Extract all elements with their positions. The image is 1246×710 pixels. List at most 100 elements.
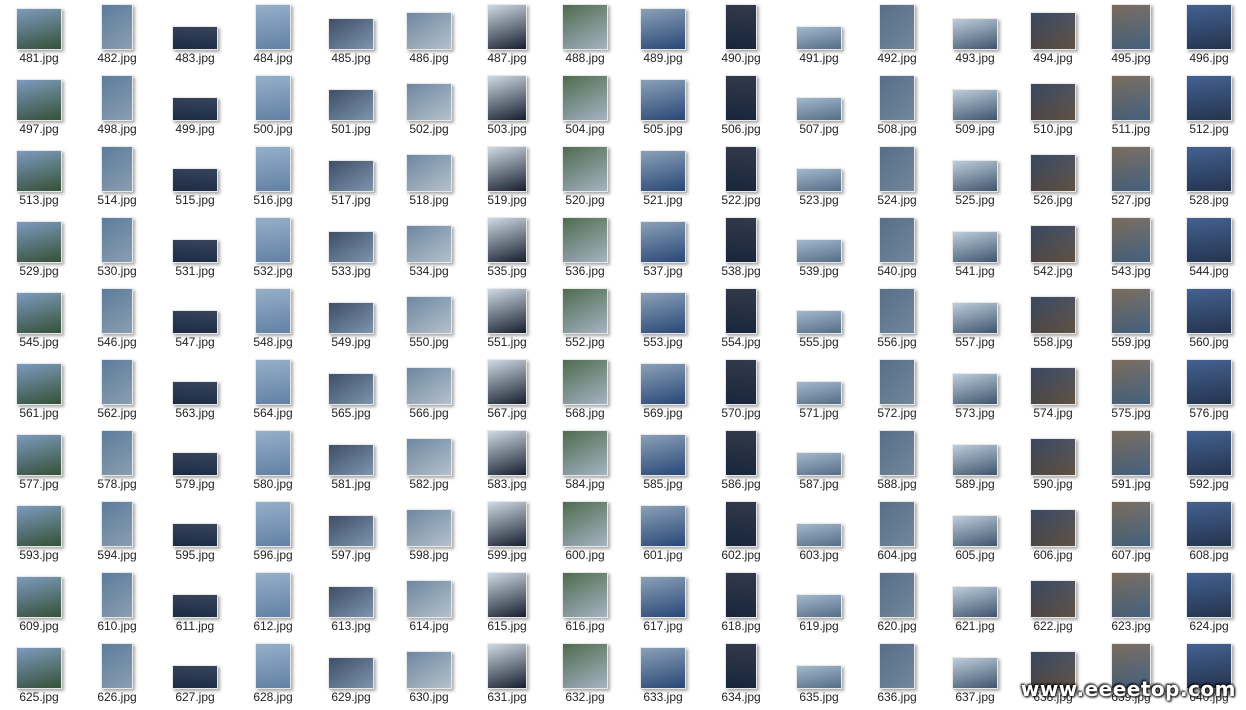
file-item[interactable]: 636.jpg <box>860 639 934 710</box>
file-item[interactable]: 632.jpg <box>548 639 622 710</box>
file-item[interactable]: 545.jpg <box>2 284 76 355</box>
file-item[interactable]: 594.jpg <box>80 497 154 568</box>
file-item[interactable]: 621.jpg <box>938 568 1012 639</box>
file-item[interactable]: 529.jpg <box>2 213 76 284</box>
file-item[interactable]: 510.jpg <box>1016 71 1090 142</box>
file-item[interactable]: 488.jpg <box>548 0 622 71</box>
file-item[interactable]: 498.jpg <box>80 71 154 142</box>
file-item[interactable]: 481.jpg <box>2 0 76 71</box>
file-item[interactable]: 536.jpg <box>548 213 622 284</box>
file-item[interactable]: 630.jpg <box>392 639 466 710</box>
file-item[interactable]: 624.jpg <box>1172 568 1246 639</box>
file-item[interactable]: 509.jpg <box>938 71 1012 142</box>
file-item[interactable]: 551.jpg <box>470 284 544 355</box>
file-item[interactable]: 526.jpg <box>1016 142 1090 213</box>
file-item[interactable]: 502.jpg <box>392 71 466 142</box>
file-item[interactable]: 611.jpg <box>158 568 232 639</box>
file-item[interactable]: 584.jpg <box>548 426 622 497</box>
file-item[interactable]: 550.jpg <box>392 284 466 355</box>
file-item[interactable]: 549.jpg <box>314 284 388 355</box>
file-item[interactable]: 596.jpg <box>236 497 310 568</box>
file-item[interactable]: 629.jpg <box>314 639 388 710</box>
file-item[interactable]: 483.jpg <box>158 0 232 71</box>
file-item[interactable]: 506.jpg <box>704 71 778 142</box>
file-item[interactable]: 494.jpg <box>1016 0 1090 71</box>
file-item[interactable]: 598.jpg <box>392 497 466 568</box>
file-item[interactable]: 606.jpg <box>1016 497 1090 568</box>
file-item[interactable]: 573.jpg <box>938 355 1012 426</box>
file-item[interactable]: 535.jpg <box>470 213 544 284</box>
file-item[interactable]: 520.jpg <box>548 142 622 213</box>
file-item[interactable]: 496.jpg <box>1172 0 1246 71</box>
file-item[interactable]: 490.jpg <box>704 0 778 71</box>
file-item[interactable]: 507.jpg <box>782 71 856 142</box>
file-item[interactable]: 591.jpg <box>1094 426 1168 497</box>
file-item[interactable]: 491.jpg <box>782 0 856 71</box>
file-item[interactable]: 555.jpg <box>782 284 856 355</box>
file-item[interactable]: 569.jpg <box>626 355 700 426</box>
file-item[interactable]: 603.jpg <box>782 497 856 568</box>
file-item[interactable]: 615.jpg <box>470 568 544 639</box>
file-item[interactable]: 586.jpg <box>704 426 778 497</box>
file-item[interactable]: 500.jpg <box>236 71 310 142</box>
file-item[interactable]: 637.jpg <box>938 639 1012 710</box>
file-item[interactable]: 504.jpg <box>548 71 622 142</box>
file-item[interactable]: 512.jpg <box>1172 71 1246 142</box>
file-item[interactable]: 601.jpg <box>626 497 700 568</box>
file-item[interactable]: 542.jpg <box>1016 213 1090 284</box>
file-item[interactable]: 516.jpg <box>236 142 310 213</box>
file-item[interactable]: 570.jpg <box>704 355 778 426</box>
file-item[interactable]: 634.jpg <box>704 639 778 710</box>
file-item[interactable]: 597.jpg <box>314 497 388 568</box>
file-item[interactable]: 563.jpg <box>158 355 232 426</box>
file-item[interactable]: 628.jpg <box>236 639 310 710</box>
file-item[interactable]: 600.jpg <box>548 497 622 568</box>
file-item[interactable]: 544.jpg <box>1172 213 1246 284</box>
file-item[interactable]: 599.jpg <box>470 497 544 568</box>
file-item[interactable]: 499.jpg <box>158 71 232 142</box>
file-item[interactable]: 607.jpg <box>1094 497 1168 568</box>
file-item[interactable]: 508.jpg <box>860 71 934 142</box>
file-item[interactable]: 531.jpg <box>158 213 232 284</box>
file-item[interactable]: 608.jpg <box>1172 497 1246 568</box>
file-item[interactable]: 530.jpg <box>80 213 154 284</box>
file-item[interactable]: 495.jpg <box>1094 0 1168 71</box>
file-item[interactable]: 561.jpg <box>2 355 76 426</box>
file-item[interactable]: 582.jpg <box>392 426 466 497</box>
file-item[interactable]: 486.jpg <box>392 0 466 71</box>
file-item[interactable]: 583.jpg <box>470 426 544 497</box>
file-item[interactable]: 548.jpg <box>236 284 310 355</box>
file-item[interactable]: 559.jpg <box>1094 284 1168 355</box>
file-item[interactable]: 602.jpg <box>704 497 778 568</box>
file-item[interactable]: 581.jpg <box>314 426 388 497</box>
file-item[interactable]: 626.jpg <box>80 639 154 710</box>
file-item[interactable]: 554.jpg <box>704 284 778 355</box>
file-item[interactable]: 538.jpg <box>704 213 778 284</box>
file-item[interactable]: 552.jpg <box>548 284 622 355</box>
file-item[interactable]: 553.jpg <box>626 284 700 355</box>
file-item[interactable]: 505.jpg <box>626 71 700 142</box>
file-item[interactable]: 543.jpg <box>1094 213 1168 284</box>
file-item[interactable]: 610.jpg <box>80 568 154 639</box>
file-item[interactable]: 612.jpg <box>236 568 310 639</box>
file-item[interactable]: 571.jpg <box>782 355 856 426</box>
file-item[interactable]: 537.jpg <box>626 213 700 284</box>
file-item[interactable]: 605.jpg <box>938 497 1012 568</box>
file-item[interactable]: 489.jpg <box>626 0 700 71</box>
file-item[interactable]: 565.jpg <box>314 355 388 426</box>
file-item[interactable]: 617.jpg <box>626 568 700 639</box>
file-item[interactable]: 635.jpg <box>782 639 856 710</box>
file-item[interactable]: 532.jpg <box>236 213 310 284</box>
file-item[interactable]: 616.jpg <box>548 568 622 639</box>
file-item[interactable]: 525.jpg <box>938 142 1012 213</box>
file-item[interactable]: 484.jpg <box>236 0 310 71</box>
file-item[interactable]: 625.jpg <box>2 639 76 710</box>
file-item[interactable]: 613.jpg <box>314 568 388 639</box>
file-item[interactable]: 627.jpg <box>158 639 232 710</box>
file-item[interactable]: 566.jpg <box>392 355 466 426</box>
file-item[interactable]: 501.jpg <box>314 71 388 142</box>
file-item[interactable]: 514.jpg <box>80 142 154 213</box>
file-item[interactable]: 519.jpg <box>470 142 544 213</box>
file-item[interactable]: 546.jpg <box>80 284 154 355</box>
file-item[interactable]: 562.jpg <box>80 355 154 426</box>
